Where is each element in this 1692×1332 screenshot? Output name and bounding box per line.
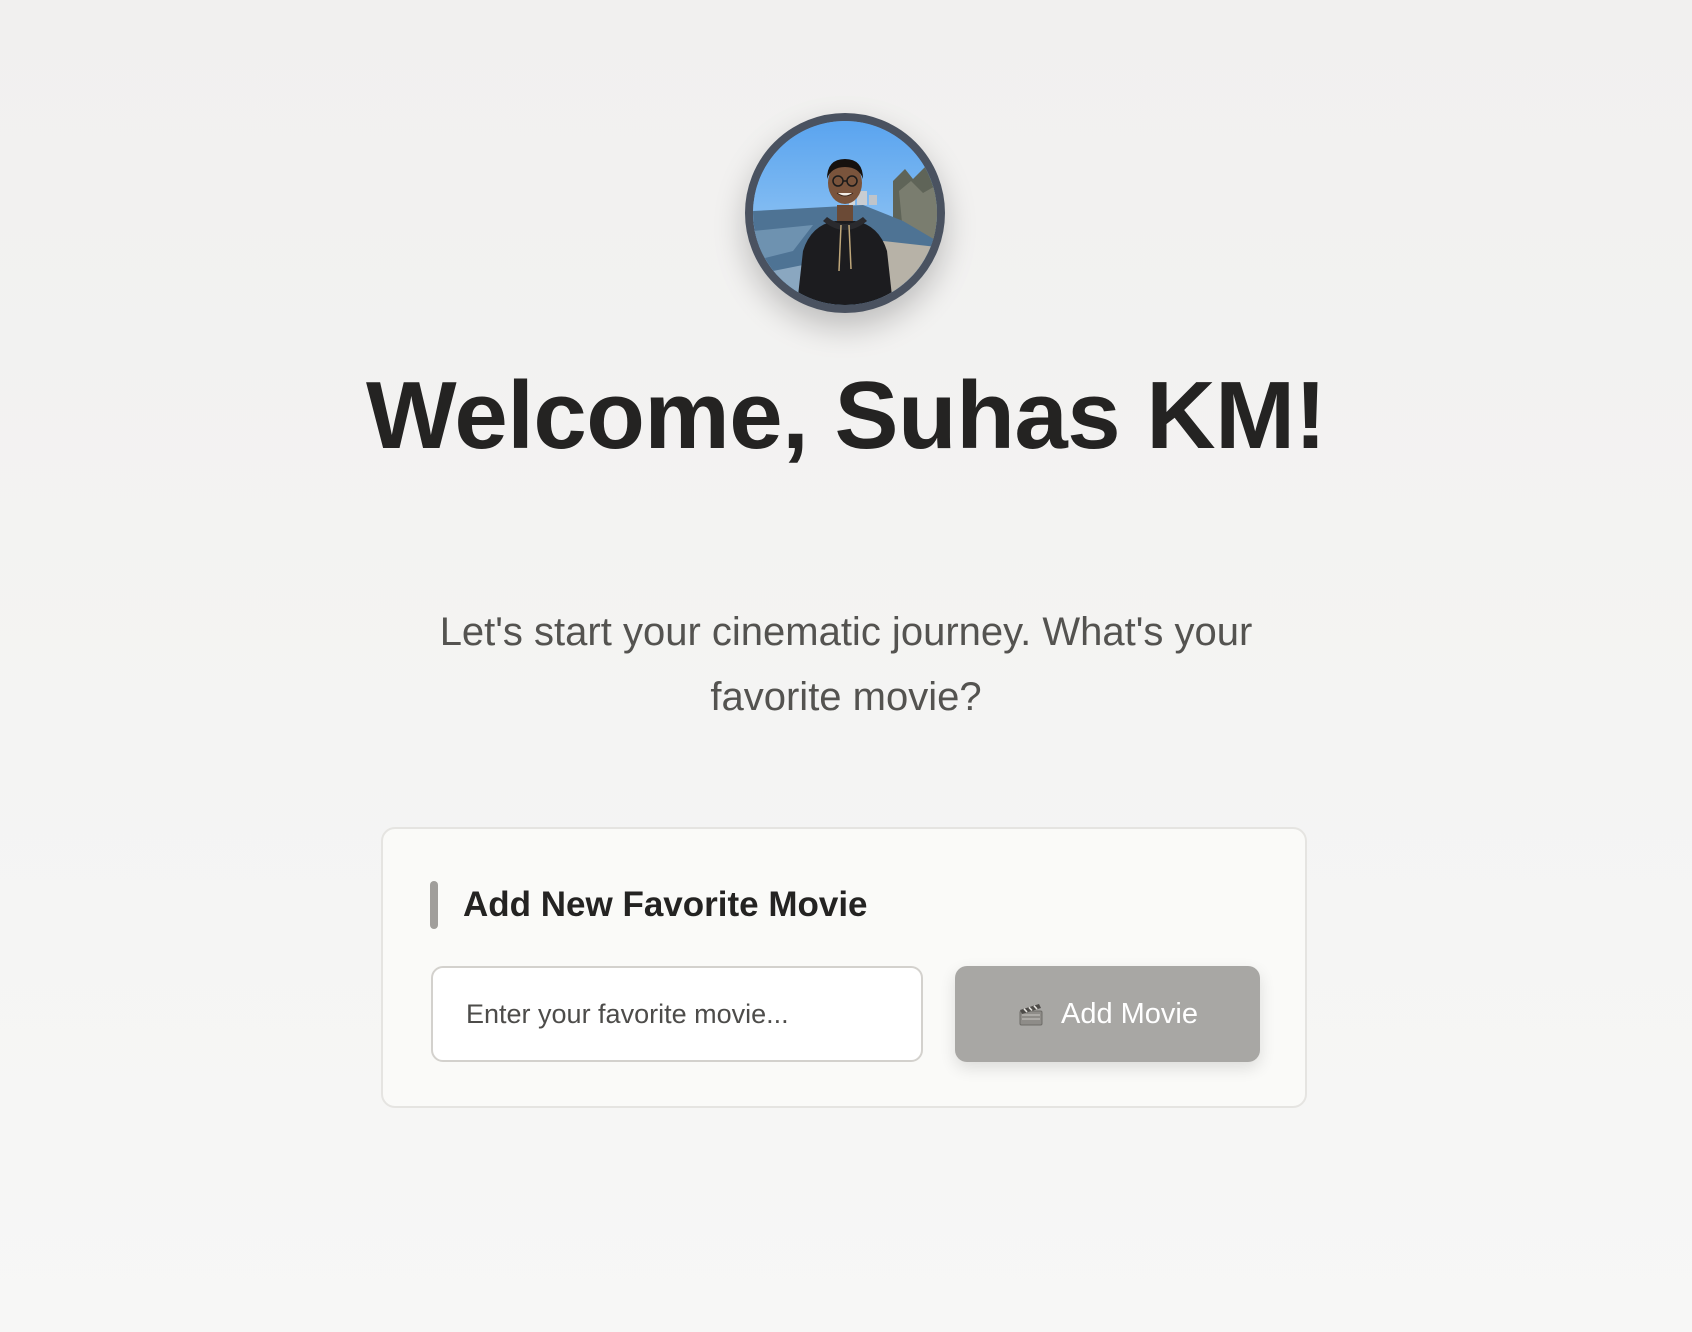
welcome-subtitle: Let's start your cinematic journey. What… xyxy=(439,610,1253,719)
page-title: Welcome, Suhas KM! xyxy=(365,362,1327,469)
clapperboard-icon xyxy=(1017,1000,1045,1028)
add-movie-card: Add New Favorite Movie Add Movie xyxy=(381,827,1307,1108)
welcome-page: Welcome, Suhas KM! Let's start your cine… xyxy=(0,0,1692,1332)
add-movie-button-label: Add Movie xyxy=(1060,997,1198,1030)
avatar xyxy=(745,113,945,313)
add-movie-button[interactable]: Add Movie xyxy=(955,966,1260,1062)
card-accent-bar xyxy=(430,881,438,929)
movie-input[interactable] xyxy=(431,966,923,1062)
profile-photo xyxy=(753,121,937,305)
card-title: Add New Favorite Movie xyxy=(463,885,868,924)
